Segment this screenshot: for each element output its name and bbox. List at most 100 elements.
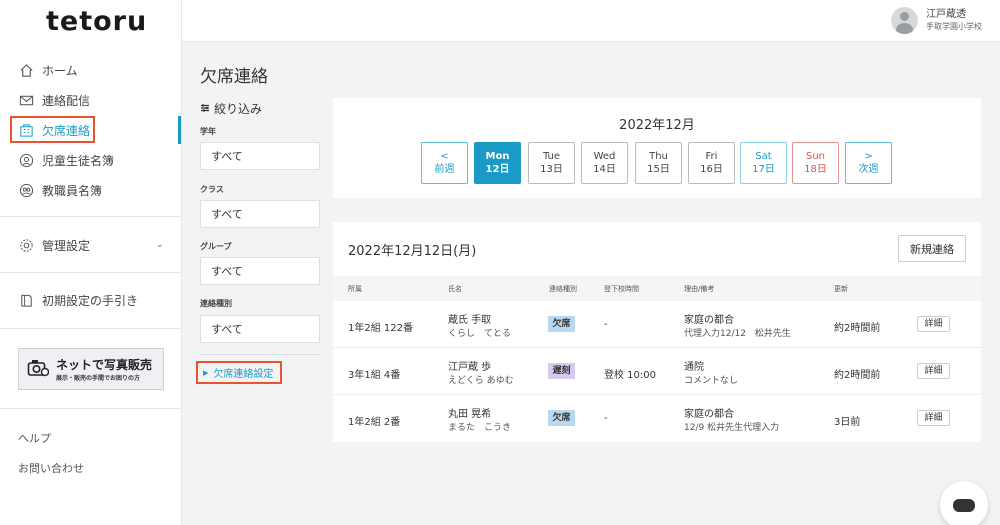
next-week-button[interactable]: > 次週 [845, 142, 892, 184]
detail-button[interactable]: 詳細 [917, 316, 950, 332]
sidebar-item-absence[interactable]: 欠席連絡 [18, 118, 90, 142]
mail-icon [18, 92, 34, 108]
day-button-wed[interactable]: Wed 14日 [581, 142, 628, 184]
grade-label: 学年 [200, 127, 216, 136]
class-cell: 1年2組 2番 [348, 417, 401, 428]
calendar-month: 2022年12月 [619, 118, 695, 133]
detail-button[interactable]: 詳細 [917, 410, 950, 426]
status-badge: 欠席 [548, 410, 575, 426]
sidebar-item-label: 管理設定 [42, 238, 91, 253]
divider [0, 216, 182, 217]
student-kana: まるた こうき [448, 423, 512, 433]
column-header: 更新 [834, 285, 848, 293]
day-button-sun[interactable]: Sun 18日 [792, 142, 839, 184]
student-name: 蔵氏 手取 [448, 315, 492, 326]
column-header: 氏名 [448, 285, 462, 293]
sidebar-item-students[interactable]: 児童生徒名簿 [18, 148, 114, 172]
sidebar-item-label: 欠席連絡 [42, 123, 91, 138]
help-link[interactable]: ヘルプ [18, 430, 51, 446]
chat-button[interactable] [940, 481, 988, 525]
updated-cell: 約2時間前 [834, 370, 881, 381]
sidebar-item-label: 初期設定の手引き [42, 293, 139, 308]
school-name: 手取学園小学校 [926, 22, 982, 31]
banner-title: ネットで写真販売 [56, 358, 153, 372]
sidebar-item-label: 児童生徒名簿 [42, 153, 115, 168]
grade-select[interactable]: すべて [200, 142, 320, 170]
table-row[interactable]: 3年1組 4番 江戸蔵 歩 えどくら あゆむ 遅刻 登校 10:00 通院 コメ… [333, 348, 981, 395]
time-cell: - [604, 413, 608, 424]
student-kana: えどくら あゆむ [448, 376, 514, 386]
detail-button[interactable]: 詳細 [917, 363, 950, 379]
filter-title: 絞り込み [200, 100, 262, 117]
caret-right-icon: ▶ [203, 368, 209, 377]
divider [0, 328, 182, 329]
table-header: 所属 氏名 連絡種別 登下校時間 理由/備考 更新 [333, 276, 981, 301]
top-header: 江戸蔵透 手取学園小学校 [182, 0, 1000, 42]
sidebar-item-label: 連絡配信 [42, 93, 91, 108]
sidebar-item-guide[interactable]: 初期設定の手引き [18, 288, 138, 312]
table-row[interactable]: 1年2組 122番 蔵氏 手取 くらし てとる 欠席 - 家庭の都合 代理入力1… [333, 301, 981, 348]
user-menu[interactable]: 江戸蔵透 手取学園小学校 [891, 7, 982, 34]
divider [0, 408, 182, 409]
sidebar-item-messages[interactable]: 連絡配信 [18, 88, 90, 112]
sidebar-item-settings[interactable]: 管理設定 ⌄ [18, 233, 168, 257]
column-header: 連絡種別 [549, 285, 577, 293]
updated-cell: 3日前 [834, 417, 861, 428]
type-label: 連絡種別 [200, 299, 232, 308]
table-row[interactable]: 1年2組 2番 丸田 晃希 まるた こうき 欠席 - 家庭の都合 12/9 松井… [333, 395, 981, 442]
class-select[interactable]: すべて [200, 200, 320, 228]
absence-settings-link[interactable]: ▶ 欠席連絡設定 [196, 361, 282, 384]
day-button-mon[interactable]: Mon 12日 [474, 142, 521, 184]
group-label: グループ [200, 242, 232, 251]
time-cell: 登校 10:00 [604, 370, 656, 381]
home-icon [18, 62, 34, 78]
sidebar-item-label: 教職員名簿 [42, 183, 103, 198]
chevron-down-icon: ⌄ [156, 240, 164, 250]
page-title: 欠席連絡 [200, 67, 268, 87]
sidebar-item-home[interactable]: ホーム [18, 58, 78, 82]
gear-icon [18, 237, 34, 253]
note-cell: 12/9 松井先生代理入力 [684, 423, 780, 433]
chat-icon [953, 498, 975, 512]
day-button-sat[interactable]: Sat 17日 [740, 142, 787, 184]
avatar [891, 7, 918, 34]
day-button-tue[interactable]: Tue 13日 [528, 142, 575, 184]
logo[interactable]: tetoru [46, 6, 147, 37]
time-cell: - [604, 319, 608, 330]
sidebar-item-label: ホーム [42, 63, 78, 78]
banner-subtitle: 展示・販売の手間でお困りの方 [56, 375, 141, 382]
column-header: 理由/備考 [684, 285, 715, 293]
column-header: 所属 [348, 285, 362, 293]
list-date-title: 2022年12月12日(月) [348, 244, 477, 259]
status-badge: 欠席 [548, 316, 575, 332]
calendar-card: 2022年12月 < 前週 Mon 12日 Tue 13日 Wed 14日 Th… [333, 98, 981, 198]
prev-week-button[interactable]: < 前週 [421, 142, 468, 184]
student-kana: くらし てとる [448, 329, 512, 339]
column-header: 登下校時間 [604, 285, 639, 293]
note-cell: 代理入力12/12 松井先生 [684, 329, 791, 339]
divider [200, 354, 320, 355]
student-name: 江戸蔵 歩 [448, 362, 492, 373]
staff-icon [18, 182, 34, 198]
book-icon [18, 292, 34, 308]
contact-link[interactable]: お問い合わせ [18, 460, 84, 476]
sidebar-item-staff[interactable]: 教職員名簿 [18, 178, 102, 202]
building-icon [18, 122, 34, 138]
sidebar: tetoru ホーム 連絡配信 欠席連絡 児童生徒名簿 教職員名簿 管理設定 ⌄… [0, 0, 182, 525]
new-contact-button[interactable]: 新規連絡 [898, 235, 966, 262]
note-cell: コメントなし [684, 376, 739, 386]
filter-icon [200, 102, 210, 116]
type-select[interactable]: すべて [200, 315, 320, 343]
day-button-fri[interactable]: Fri 16日 [688, 142, 735, 184]
updated-cell: 約2時間前 [834, 323, 881, 334]
student-name: 丸田 晃希 [448, 409, 492, 420]
photo-sales-banner[interactable]: ネットで写真販売 展示・販売の手間でお困りの方 [18, 348, 164, 390]
camera-icon [27, 358, 50, 381]
group-select[interactable]: すべて [200, 257, 320, 285]
day-button-thu[interactable]: Thu 15日 [635, 142, 682, 184]
user-name: 江戸蔵透 [926, 9, 966, 20]
absence-list-card: 2022年12月12日(月) 新規連絡 所属 氏名 連絡種別 登下校時間 理由/… [333, 222, 981, 442]
divider [0, 272, 182, 273]
active-indicator [178, 116, 181, 144]
reason-cell: 通院 [684, 362, 704, 373]
